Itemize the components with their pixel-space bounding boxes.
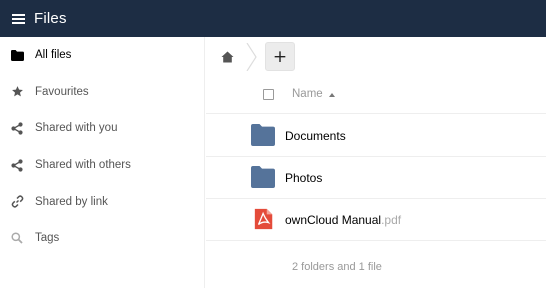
top-header: Files <box>0 0 546 37</box>
file-name: Photos <box>285 171 322 185</box>
star-icon <box>10 85 24 99</box>
folder-icon <box>251 124 275 146</box>
file-basename: ownCloud Manual <box>285 213 382 227</box>
link-icon <box>10 195 24 209</box>
file-list: Documents Photos ownCloud Manual.pdf <box>206 115 546 241</box>
sidebar-item-label: Shared by link <box>35 195 108 208</box>
main-content: + Name Documents Photos ownCloud Manual.… <box>206 37 546 288</box>
folder-icon <box>251 166 275 188</box>
sidebar-item-shared-by-link[interactable]: Shared by link <box>0 183 204 220</box>
file-name: ownCloud Manual.pdf <box>285 213 401 227</box>
sidebar-item-all-files[interactable]: All files <box>0 37 204 74</box>
sidebar-item-label: All files <box>35 49 72 62</box>
breadcrumb-home[interactable] <box>206 37 248 77</box>
share-icon <box>10 158 24 172</box>
search-icon <box>10 231 24 245</box>
file-name: Documents <box>285 129 346 143</box>
sort-ascending-icon <box>329 93 335 97</box>
sidebar-item-label: Shared with others <box>35 159 131 172</box>
table-header: Name <box>206 77 546 114</box>
sidebar-item-tags[interactable]: Tags <box>0 220 204 257</box>
file-basename: Photos <box>285 171 323 185</box>
file-extension: .pdf <box>381 213 402 227</box>
file-summary: 2 folders and 1 file <box>292 261 382 273</box>
new-button[interactable]: + <box>265 42 295 71</box>
file-basename: Documents <box>285 129 346 143</box>
sidebar-item-label: Favourites <box>35 85 89 98</box>
share-icon <box>10 121 24 135</box>
sidebar-item-label: Shared with you <box>35 122 118 135</box>
breadcrumb-separator <box>246 43 257 71</box>
select-all-checkbox[interactable] <box>263 89 274 100</box>
sidebar: All files Favourites Shared with you Sha… <box>0 37 205 288</box>
table-row[interactable]: Photos <box>206 157 546 199</box>
column-header-name[interactable]: Name <box>292 88 323 100</box>
sidebar-item-label: Tags <box>35 232 60 245</box>
home-icon <box>221 51 233 63</box>
sidebar-item-shared-with-you[interactable]: Shared with you <box>0 110 204 147</box>
pdf-icon <box>254 208 273 230</box>
app-title: Files <box>34 10 67 27</box>
controls-bar: + <box>206 37 546 77</box>
table-row[interactable]: ownCloud Manual.pdf <box>206 199 546 241</box>
table-row[interactable]: Documents <box>206 115 546 157</box>
sidebar-item-shared-with-others[interactable]: Shared with others <box>0 147 204 184</box>
menu-button[interactable] <box>0 0 34 37</box>
hamburger-icon <box>11 13 25 24</box>
sidebar-item-favourites[interactable]: Favourites <box>0 74 204 111</box>
folder-icon <box>10 48 24 62</box>
